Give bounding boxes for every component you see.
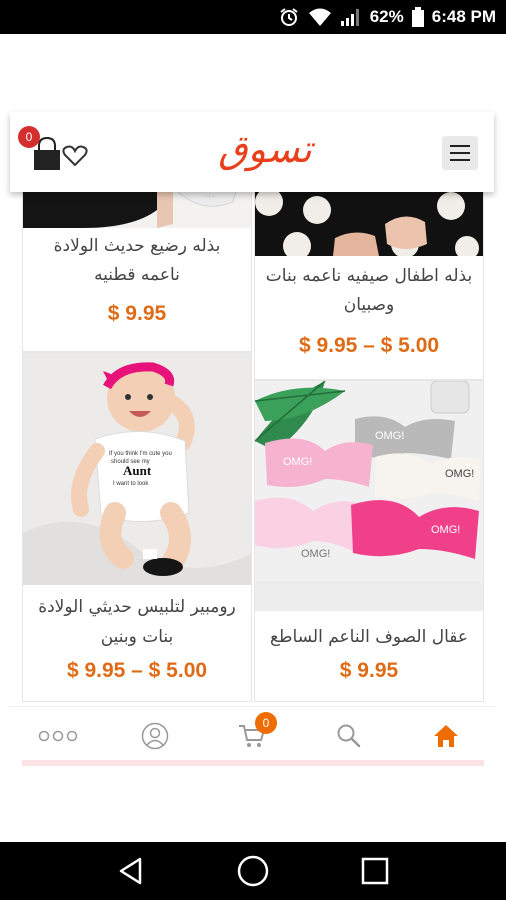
svg-text:I want to look: I want to look — [113, 481, 149, 487]
clock-time: 6:48 PM — [431, 7, 496, 26]
wishlist-button[interactable] — [62, 144, 88, 168]
nav-search[interactable] — [319, 716, 379, 756]
user-icon — [141, 722, 169, 749]
product-card[interactable]: If you think I'm cute you should see my … — [22, 352, 252, 702]
recents-button[interactable] — [355, 851, 395, 891]
svg-text:OMG!: OMG! — [445, 468, 474, 480]
app-header: 0 تسوق — [10, 112, 494, 192]
cart-badge: 0 — [254, 711, 277, 734]
menu-line-icon — [450, 159, 470, 161]
wifi-icon — [308, 8, 331, 26]
app-area: · · · بذله رضيع حديث الولادة ناعمه قطنيه… — [0, 34, 506, 842]
hamburger-menu-button[interactable] — [442, 136, 478, 170]
product-title-line2[interactable]: بنات وبنين — [27, 623, 247, 651]
product-image[interactable]: If you think I'm cute you should see my … — [23, 353, 251, 585]
product-image[interactable]: OMG! OMG! OMG! OMG! OMG! — [255, 381, 483, 611]
nav-account[interactable] — [125, 716, 185, 756]
home-circle-icon — [237, 855, 269, 887]
svg-text:OMG!: OMG! — [283, 456, 312, 468]
headband-print: OMG! — [301, 548, 330, 560]
nav-more[interactable] — [28, 716, 88, 756]
system-navigation-bar — [0, 842, 506, 900]
product-title-line2[interactable]: ناعمه قطنيه — [27, 261, 247, 289]
battery-icon — [411, 7, 424, 27]
product-price: $ 9.95 — [339, 659, 399, 682]
more-dots-icon — [39, 730, 78, 741]
product-card[interactable]: · · · بذله رضيع حديث الولادة ناعمه قطنيه… — [22, 184, 252, 352]
product-title[interactable]: بذله رضيع حديث الولادة — [27, 232, 247, 260]
logo-text: تسوق — [218, 127, 315, 172]
cart-count-badge: 0 — [18, 126, 40, 148]
bottom-navigation: 0 — [10, 706, 494, 764]
product-title[interactable]: رومبير لتلبيس حديثي الولادة — [27, 593, 247, 621]
product-title[interactable]: بذله اطفال صيفيه ناعمه بنات — [259, 262, 479, 290]
back-button[interactable] — [111, 851, 151, 891]
home-icon — [433, 724, 458, 747]
product-price: $ 9.95 – $ 5.00 — [66, 659, 208, 682]
product-price: $ 9.95 – $ 5.00 — [298, 334, 440, 357]
alarm-icon — [280, 8, 298, 26]
search-icon — [337, 724, 361, 747]
svg-text:OMG!: OMG! — [431, 524, 460, 536]
back-triangle-icon — [119, 857, 142, 885]
product-card[interactable]: بذله اطفال صيفيه ناعمه بنات وصبيان $ 9.9… — [254, 184, 484, 380]
menu-line-icon — [450, 152, 470, 154]
status-bar: 62% 6:48 PM — [0, 0, 506, 34]
product-image[interactable] — [255, 184, 483, 256]
recents-square-icon — [361, 857, 389, 885]
product-card[interactable]: OMG! OMG! OMG! OMG! OMG! عقال الصوف النا… — [254, 380, 484, 702]
svg-text:If you think I'm cute you: If you think I'm cute you — [109, 451, 172, 457]
svg-text:OMG!: OMG! — [375, 430, 404, 442]
battery-percent: 62% — [369, 7, 404, 26]
product-price: $ 9.95 — [107, 302, 167, 325]
product-title[interactable]: عقال الصوف الناعم الساطع — [259, 623, 479, 651]
menu-line-icon — [450, 145, 470, 147]
svg-text:· · ·: · · · — [206, 194, 214, 200]
nav-cart[interactable]: 0 — [222, 711, 282, 756]
signal-icon — [340, 9, 359, 26]
header-cart-button[interactable]: 0 — [18, 126, 60, 172]
product-title-line2[interactable]: وصبيان — [259, 291, 479, 319]
heart-icon — [62, 145, 88, 167]
onesie-print: Aunt — [123, 463, 152, 478]
app-logo[interactable]: تسوق — [210, 122, 320, 182]
divider-strip — [22, 760, 484, 766]
nav-home[interactable] — [416, 716, 476, 756]
home-system-button[interactable] — [233, 851, 273, 891]
